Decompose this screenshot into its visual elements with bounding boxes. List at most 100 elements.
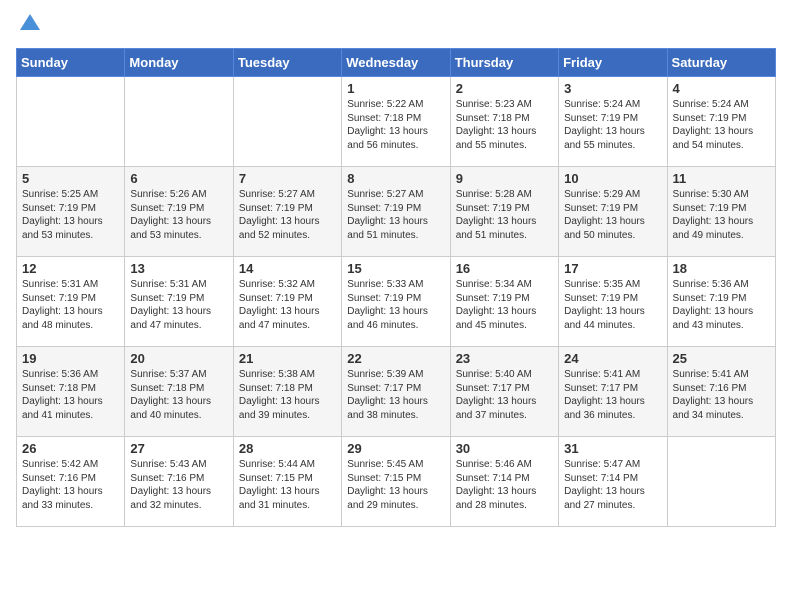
day-details: Sunrise: 5:27 AM Sunset: 7:19 PM Dayligh… (347, 188, 444, 242)
calendar-header-row: SundayMondayTuesdayWednesdayThursdayFrid… (17, 49, 776, 77)
day-details: Sunrise: 5:43 AM Sunset: 7:16 PM Dayligh… (130, 458, 227, 512)
day-details: Sunrise: 5:47 AM Sunset: 7:14 PM Dayligh… (564, 458, 661, 512)
day-number: 15 (347, 261, 444, 276)
day-number: 28 (239, 441, 336, 456)
calendar-cell: 17 Sunrise: 5:35 AM Sunset: 7:19 PM Dayli… (559, 257, 667, 347)
calendar-cell: 10Sunrise: 5:29 AM Sunset: 7:19 PM Dayli… (559, 167, 667, 257)
day-number: 26 (22, 441, 119, 456)
day-details: Sunrise: 5:40 AM Sunset: 7:17 PM Dayligh… (456, 368, 553, 422)
day-number: 1 (347, 81, 444, 96)
day-details: Sunrise: 5:31 AM Sunset: 7:19 PM Dayligh… (22, 278, 119, 332)
calendar-cell: 25 Sunrise: 5:41 AM Sunset: 7:16 PM Dayli… (667, 347, 775, 437)
day-header-saturday: Saturday (667, 49, 775, 77)
calendar-cell: 24 Sunrise: 5:41 AM Sunset: 7:17 PM Dayli… (559, 347, 667, 437)
day-number: 5 (22, 171, 119, 186)
day-number: 25 (673, 351, 770, 366)
calendar-cell: 22 Sunrise: 5:39 AM Sunset: 7:17 PM Dayli… (342, 347, 450, 437)
calendar-cell: 2 Sunrise: 5:23 AM Sunset: 7:18 PM Daylig… (450, 77, 558, 167)
calendar-cell: 14 Sunrise: 5:32 AM Sunset: 7:19 PM Dayli… (233, 257, 341, 347)
day-details: Sunrise: 5:42 AM Sunset: 7:16 PM Dayligh… (22, 458, 119, 512)
day-number: 3 (564, 81, 661, 96)
day-number: 12 (22, 261, 119, 276)
calendar-week-row: 1 Sunrise: 5:22 AM Sunset: 7:18 PM Daylig… (17, 77, 776, 167)
day-number: 24 (564, 351, 661, 366)
logo (16, 16, 42, 36)
calendar-cell: 9 Sunrise: 5:28 AM Sunset: 7:19 PM Daylig… (450, 167, 558, 257)
calendar-cell: 1 Sunrise: 5:22 AM Sunset: 7:18 PM Daylig… (342, 77, 450, 167)
calendar-cell: 15 Sunrise: 5:33 AM Sunset: 7:19 PM Dayli… (342, 257, 450, 347)
day-number: 30 (456, 441, 553, 456)
calendar-cell: 13 Sunrise: 5:31 AM Sunset: 7:19 PM Dayli… (125, 257, 233, 347)
calendar-cell: 8 Sunrise: 5:27 AM Sunset: 7:19 PM Daylig… (342, 167, 450, 257)
day-number: 13 (130, 261, 227, 276)
day-header-monday: Monday (125, 49, 233, 77)
day-details: Sunrise: 5:33 AM Sunset: 7:19 PM Dayligh… (347, 278, 444, 332)
calendar-cell: 23 Sunrise: 5:40 AM Sunset: 7:17 PM Dayli… (450, 347, 558, 437)
day-details: Sunrise: 5:41 AM Sunset: 7:16 PM Dayligh… (673, 368, 770, 422)
day-details: Sunrise: 5:22 AM Sunset: 7:18 PM Dayligh… (347, 98, 444, 152)
day-details: Sunrise: 5:44 AM Sunset: 7:15 PM Dayligh… (239, 458, 336, 512)
day-number: 16 (456, 261, 553, 276)
day-number: 22 (347, 351, 444, 366)
calendar-cell: 4Sunrise: 5:24 AM Sunset: 7:19 PM Daylig… (667, 77, 775, 167)
calendar-cell: 7Sunrise: 5:27 AM Sunset: 7:19 PM Daylig… (233, 167, 341, 257)
calendar-cell: 26 Sunrise: 5:42 AM Sunset: 7:16 PM Dayli… (17, 437, 125, 527)
calendar-week-row: 5 Sunrise: 5:25 AM Sunset: 7:19 PM Daylig… (17, 167, 776, 257)
calendar-cell: 18 Sunrise: 5:36 AM Sunset: 7:19 PM Dayli… (667, 257, 775, 347)
day-header-sunday: Sunday (17, 49, 125, 77)
day-number: 8 (347, 171, 444, 186)
day-number: 18 (673, 261, 770, 276)
calendar-cell (17, 77, 125, 167)
day-number: 7 (239, 171, 336, 186)
day-header-wednesday: Wednesday (342, 49, 450, 77)
day-details: Sunrise: 5:24 AM Sunset: 7:19 PM Dayligh… (564, 98, 661, 152)
day-details: Sunrise: 5:46 AM Sunset: 7:14 PM Dayligh… (456, 458, 553, 512)
day-header-thursday: Thursday (450, 49, 558, 77)
calendar-table: SundayMondayTuesdayWednesdayThursdayFrid… (16, 48, 776, 527)
day-details: Sunrise: 5:32 AM Sunset: 7:19 PM Dayligh… (239, 278, 336, 332)
day-number: 23 (456, 351, 553, 366)
calendar-cell: 3 Sunrise: 5:24 AM Sunset: 7:19 PM Daylig… (559, 77, 667, 167)
calendar-cell: 5 Sunrise: 5:25 AM Sunset: 7:19 PM Daylig… (17, 167, 125, 257)
day-number: 14 (239, 261, 336, 276)
calendar-cell: 6Sunrise: 5:26 AM Sunset: 7:19 PM Daylig… (125, 167, 233, 257)
calendar-cell: 16Sunrise: 5:34 AM Sunset: 7:19 PM Dayli… (450, 257, 558, 347)
day-number: 21 (239, 351, 336, 366)
day-number: 17 (564, 261, 661, 276)
day-number: 31 (564, 441, 661, 456)
calendar-week-row: 12 Sunrise: 5:31 AM Sunset: 7:19 PM Dayli… (17, 257, 776, 347)
calendar-week-row: 19 Sunrise: 5:36 AM Sunset: 7:18 PM Dayli… (17, 347, 776, 437)
calendar-cell: 30 Sunrise: 5:46 AM Sunset: 7:14 PM Dayli… (450, 437, 558, 527)
calendar-cell: 11 Sunrise: 5:30 AM Sunset: 7:19 PM Dayli… (667, 167, 775, 257)
calendar-cell: 27 Sunrise: 5:43 AM Sunset: 7:16 PM Dayli… (125, 437, 233, 527)
logo-icon (18, 12, 42, 36)
day-details: Sunrise: 5:36 AM Sunset: 7:19 PM Dayligh… (673, 278, 770, 332)
day-number: 10 (564, 171, 661, 186)
calendar-cell (125, 77, 233, 167)
day-details: Sunrise: 5:38 AM Sunset: 7:18 PM Dayligh… (239, 368, 336, 422)
day-number: 2 (456, 81, 553, 96)
calendar-cell (233, 77, 341, 167)
day-details: Sunrise: 5:25 AM Sunset: 7:19 PM Dayligh… (22, 188, 119, 242)
calendar-cell: 20Sunrise: 5:37 AM Sunset: 7:18 PM Dayli… (125, 347, 233, 437)
day-number: 11 (673, 171, 770, 186)
day-details: Sunrise: 5:35 AM Sunset: 7:19 PM Dayligh… (564, 278, 661, 332)
day-details: Sunrise: 5:31 AM Sunset: 7:19 PM Dayligh… (130, 278, 227, 332)
day-details: Sunrise: 5:41 AM Sunset: 7:17 PM Dayligh… (564, 368, 661, 422)
day-details: Sunrise: 5:39 AM Sunset: 7:17 PM Dayligh… (347, 368, 444, 422)
calendar-cell: 12 Sunrise: 5:31 AM Sunset: 7:19 PM Dayli… (17, 257, 125, 347)
day-number: 19 (22, 351, 119, 366)
day-details: Sunrise: 5:26 AM Sunset: 7:19 PM Dayligh… (130, 188, 227, 242)
page-header (16, 16, 776, 36)
calendar-cell: 21 Sunrise: 5:38 AM Sunset: 7:18 PM Dayli… (233, 347, 341, 437)
day-header-tuesday: Tuesday (233, 49, 341, 77)
day-details: Sunrise: 5:30 AM Sunset: 7:19 PM Dayligh… (673, 188, 770, 242)
day-details: Sunrise: 5:23 AM Sunset: 7:18 PM Dayligh… (456, 98, 553, 152)
day-details: Sunrise: 5:28 AM Sunset: 7:19 PM Dayligh… (456, 188, 553, 242)
day-details: Sunrise: 5:36 AM Sunset: 7:18 PM Dayligh… (22, 368, 119, 422)
calendar-cell: 29Sunrise: 5:45 AM Sunset: 7:15 PM Dayli… (342, 437, 450, 527)
day-number: 4 (673, 81, 770, 96)
calendar-week-row: 26 Sunrise: 5:42 AM Sunset: 7:16 PM Dayli… (17, 437, 776, 527)
day-number: 27 (130, 441, 227, 456)
day-number: 9 (456, 171, 553, 186)
